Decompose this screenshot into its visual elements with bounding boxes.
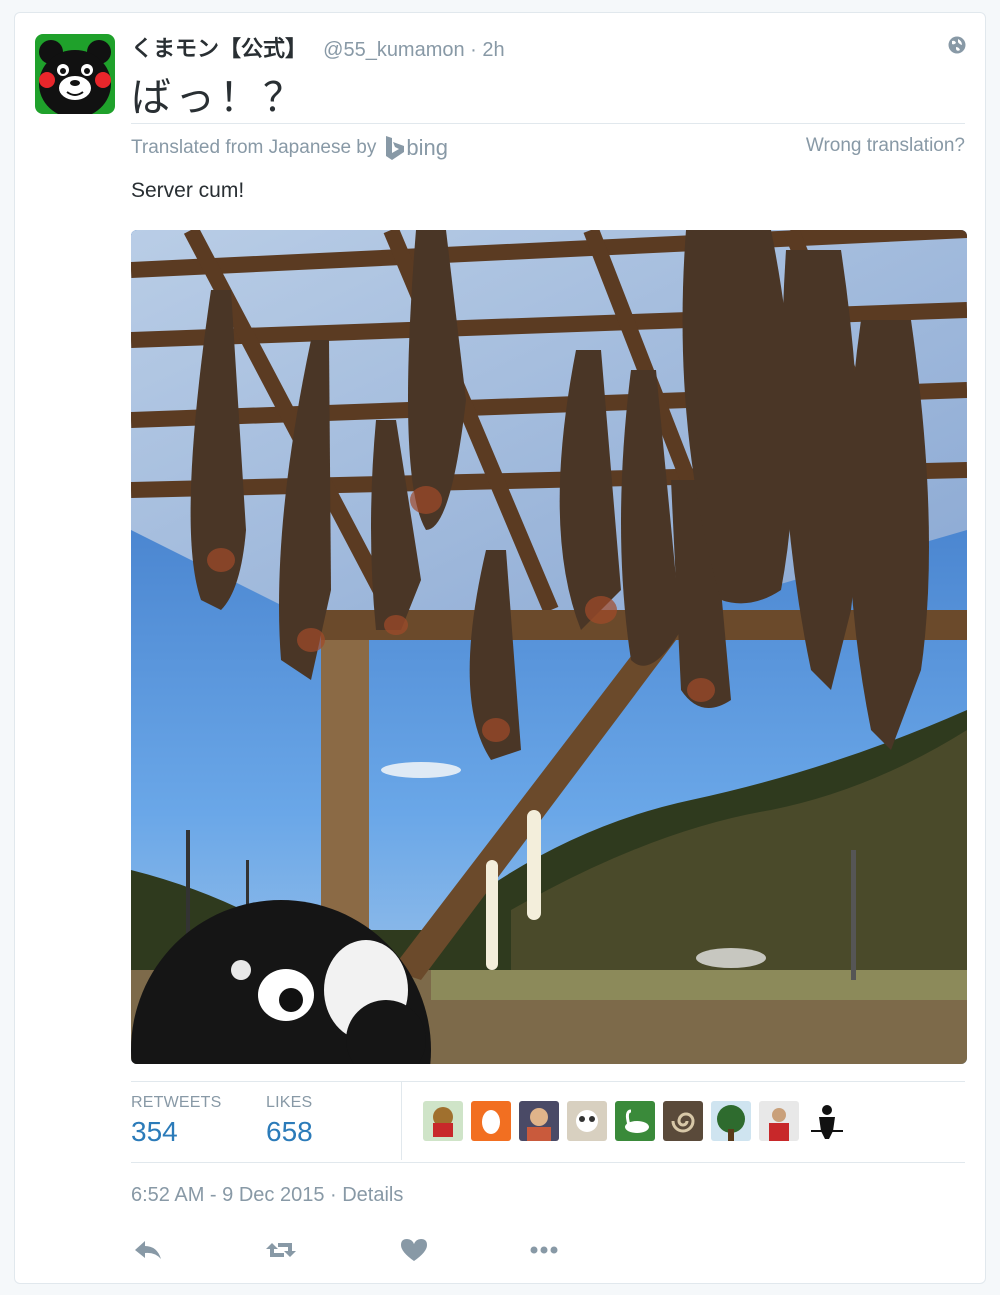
bing-logo[interactable]: bing: [384, 135, 448, 161]
tweet-text: ばっ！？: [131, 75, 307, 121]
liker-avatar-sports[interactable]: [759, 1101, 799, 1141]
bing-label: bing: [406, 135, 448, 160]
translated-from-label: Translated from Japanese by: [131, 137, 377, 158]
reply-icon[interactable]: [131, 1235, 165, 1265]
time-ago[interactable]: 2h: [482, 39, 504, 61]
likes-count: 658: [266, 1116, 313, 1147]
wrong-translation-link[interactable]: Wrong translation?: [806, 135, 965, 157]
liker-avatar-swan[interactable]: [615, 1101, 655, 1141]
stats-row: RETWEETS 354 LIKES 658: [131, 1081, 965, 1163]
author-name[interactable]: くまモン【公式】: [131, 36, 307, 61]
liker-avatar-spiral[interactable]: [663, 1101, 703, 1141]
liker-avatar-person[interactable]: [519, 1101, 559, 1141]
tweet-header: くまモン【公式】 @55_kumamon · 2h: [131, 31, 505, 63]
tweet-photo[interactable]: [131, 230, 967, 1064]
translation-attribution: Translated from Japanese by bing: [131, 135, 448, 161]
stats-divider: [401, 1082, 402, 1160]
liker-avatar-silhouette[interactable]: [807, 1101, 847, 1141]
translated-text: Server cum!: [131, 179, 245, 202]
likes-stat[interactable]: LIKES 658: [266, 1094, 313, 1148]
liker-avatar-cat[interactable]: [567, 1101, 607, 1141]
liker-avatar-teddy-bear[interactable]: [423, 1101, 463, 1141]
liker-avatar-egg[interactable]: [471, 1101, 511, 1141]
bing-icon: [386, 136, 405, 160]
tweet-card: くまモン【公式】 @55_kumamon · 2h ばっ！？ Translate…: [14, 12, 986, 1284]
more-options-icon[interactable]: [527, 1235, 561, 1265]
author-avatar[interactable]: [35, 34, 115, 114]
globe-icon: [948, 36, 966, 54]
liker-avatar-tree[interactable]: [711, 1101, 751, 1141]
tweet-timestamp[interactable]: 6:52 AM - 9 Dec 2015 · Details: [131, 1184, 403, 1207]
retweets-stat[interactable]: RETWEETS 354: [131, 1094, 222, 1148]
likes-label: LIKES: [266, 1094, 313, 1111]
divider: [131, 123, 965, 124]
liker-avatars: [423, 1101, 847, 1141]
retweets-label: RETWEETS: [131, 1094, 222, 1111]
like-heart-icon[interactable]: [397, 1235, 431, 1265]
author-handle[interactable]: @55_kumamon · 2h: [323, 39, 505, 61]
tweet-actions: [131, 1235, 631, 1265]
retweet-icon[interactable]: [264, 1235, 298, 1265]
retweets-count: 354: [131, 1116, 178, 1147]
